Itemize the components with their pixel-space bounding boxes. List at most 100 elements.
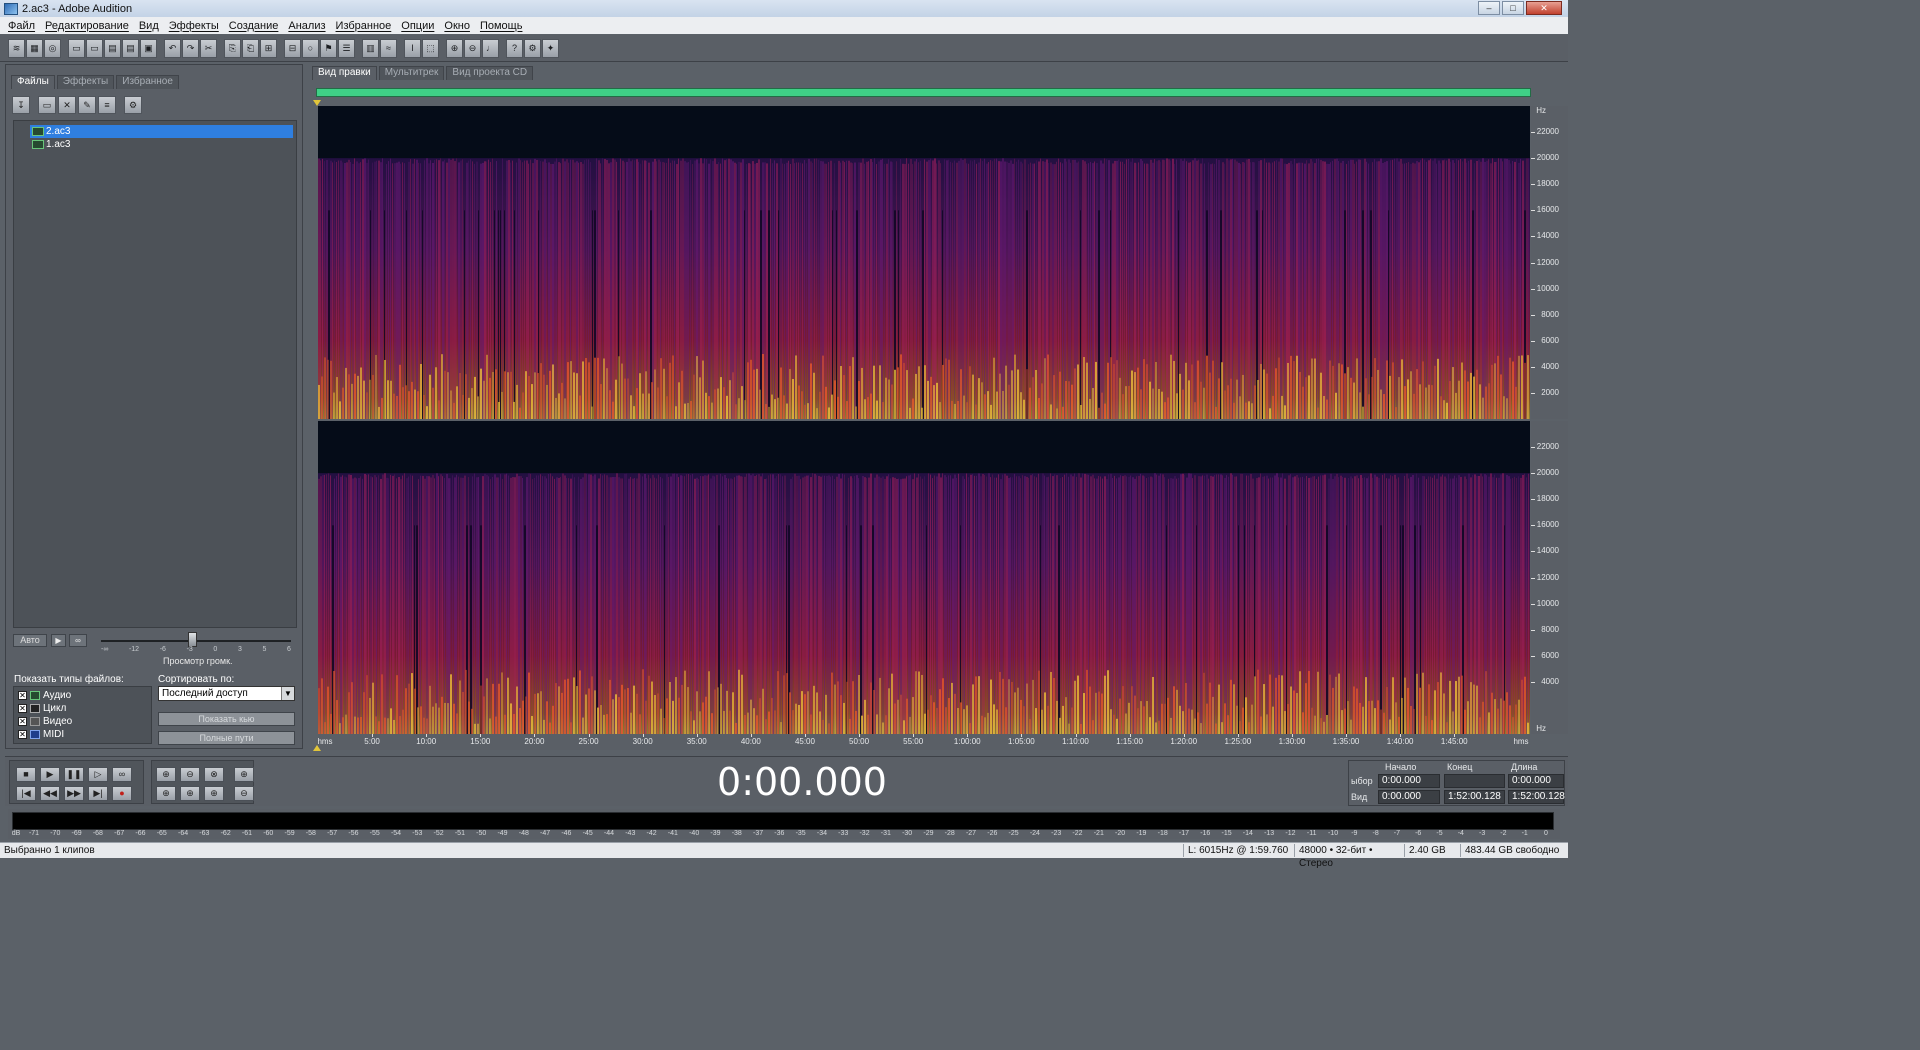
- zoom-to-selection-icon[interactable]: ⊕: [156, 786, 176, 801]
- spectrogram-right-channel[interactable]: [318, 421, 1530, 734]
- select-tool-icon[interactable]: I: [404, 38, 421, 58]
- marquee-tool-icon[interactable]: ⬚: [422, 38, 439, 58]
- file-type-video[interactable]: ✕ Видео: [18, 715, 147, 728]
- mark-icon[interactable]: ⚑: [320, 38, 337, 58]
- menu-window[interactable]: Окно: [444, 20, 470, 32]
- file-properties-icon[interactable]: ⚙: [124, 96, 142, 114]
- play-to-end-icon[interactable]: ▷: [88, 767, 108, 782]
- tab-files[interactable]: Файлы: [11, 75, 55, 89]
- checkbox[interactable]: ✕: [18, 730, 27, 739]
- zoom-left-icon[interactable]: ⊕: [180, 786, 200, 801]
- pause-icon[interactable]: ❚❚: [64, 767, 84, 782]
- edit-file-icon[interactable]: ✎: [78, 96, 96, 114]
- loop-play-icon[interactable]: ∞: [112, 767, 132, 782]
- tab-cd-project-view[interactable]: Вид проекта CD: [446, 66, 534, 80]
- spectral-view-icon[interactable]: ▥: [362, 38, 379, 58]
- silence-icon[interactable]: ○: [302, 38, 319, 58]
- sort-by-select[interactable]: Последний доступ ▼: [158, 686, 295, 701]
- cd-view-icon[interactable]: ◎: [44, 38, 61, 58]
- checkbox[interactable]: ✕: [18, 691, 27, 700]
- open-folder-icon[interactable]: ▭: [38, 96, 56, 114]
- marker-list-icon[interactable]: ☰: [338, 38, 355, 58]
- record-icon[interactable]: ●: [112, 786, 132, 801]
- close-file-icon[interactable]: ✕: [58, 96, 76, 114]
- tab-multitrack-view[interactable]: Мультитрек: [378, 66, 445, 80]
- maximize-button[interactable]: □: [1502, 1, 1524, 15]
- tab-favorites[interactable]: Избранное: [116, 75, 179, 89]
- zoom-out-icon[interactable]: ⊖: [464, 38, 481, 58]
- file-item[interactable]: 2.ac3: [30, 125, 293, 138]
- auto-play-button[interactable]: Авто: [13, 634, 47, 647]
- menu-effects[interactable]: Эффекты: [169, 20, 219, 32]
- waveform-view-icon[interactable]: ≈: [380, 38, 397, 58]
- spectral-line: [1514, 161, 1516, 419]
- minimize-button[interactable]: –: [1478, 1, 1500, 15]
- checkbox[interactable]: ✕: [18, 717, 27, 726]
- open-file-icon[interactable]: ▭: [86, 38, 103, 58]
- help-icon[interactable]: ?: [506, 38, 523, 58]
- zoom-out-vertical-icon[interactable]: ⊖: [234, 786, 254, 801]
- menu-help[interactable]: Помощь: [480, 20, 523, 32]
- menu-favorites[interactable]: Избранное: [336, 20, 392, 32]
- rewind-icon[interactable]: ◀◀: [40, 786, 60, 801]
- file-type-loop[interactable]: ✕ Цикл: [18, 702, 147, 715]
- mix-paste-icon[interactable]: ⊞: [260, 38, 277, 58]
- tab-effects[interactable]: Эффекты: [56, 75, 115, 89]
- multitrack-view-icon[interactable]: ▦: [26, 38, 43, 58]
- full-paths-button[interactable]: Полные пути: [158, 731, 295, 745]
- cut-icon[interactable]: ✂: [200, 38, 217, 58]
- file-type-audio[interactable]: ✕ Аудио: [18, 689, 147, 702]
- zoom-full-icon[interactable]: ⊗: [204, 767, 224, 782]
- import-file-icon[interactable]: ↧: [12, 96, 30, 114]
- trim-icon[interactable]: ⊟: [284, 38, 301, 58]
- zoom-in-icon[interactable]: ⊕: [446, 38, 463, 58]
- preview-play-button[interactable]: ▶: [51, 634, 66, 647]
- overview-bar[interactable]: [316, 88, 1531, 97]
- menu-options[interactable]: Опции: [401, 20, 434, 32]
- menu-edit[interactable]: Редактирование: [45, 20, 129, 32]
- view-length-field[interactable]: 1:52:00.128: [1508, 790, 1565, 804]
- tab-edit-view[interactable]: Вид правки: [312, 66, 377, 80]
- zoom-right-icon[interactable]: ⊕: [204, 786, 224, 801]
- selection-start-field[interactable]: 0:00.000: [1378, 774, 1440, 788]
- copy-icon[interactable]: ⎘: [224, 38, 241, 58]
- close-file-icon[interactable]: ▣: [140, 38, 157, 58]
- spectrogram-left-channel[interactable]: [318, 106, 1530, 419]
- zoom-in-vertical-icon[interactable]: ⊕: [234, 767, 254, 782]
- edit-view-icon[interactable]: ≋: [8, 38, 25, 58]
- menu-generate[interactable]: Создание: [229, 20, 279, 32]
- save-icon[interactable]: ▤: [104, 38, 121, 58]
- paste-icon[interactable]: ⎗: [242, 38, 259, 58]
- redo-icon[interactable]: ↷: [182, 38, 199, 58]
- settings-icon[interactable]: ⚙: [524, 38, 541, 58]
- menu-view[interactable]: Вид: [139, 20, 159, 32]
- menu-analyze[interactable]: Анализ: [288, 20, 325, 32]
- selection-length-field[interactable]: 0:00.000: [1508, 774, 1564, 788]
- effect-icon[interactable]: ✦: [542, 38, 559, 58]
- new-file-icon[interactable]: ▭: [68, 38, 85, 58]
- zoom-out-horizontal-icon[interactable]: ⊖: [180, 767, 200, 782]
- save-all-icon[interactable]: ▤: [122, 38, 139, 58]
- view-end-field[interactable]: 1:52:00.128: [1444, 790, 1505, 804]
- preview-loop-button[interactable]: ∞: [69, 634, 87, 647]
- fast-forward-icon[interactable]: ▶▶: [64, 786, 84, 801]
- insert-into-multitrack-icon[interactable]: ≡: [98, 96, 116, 114]
- end-marker-icon[interactable]: [313, 745, 321, 751]
- menu-file[interactable]: Файл: [8, 20, 35, 32]
- checkbox[interactable]: ✕: [18, 704, 27, 713]
- go-to-start-icon[interactable]: |◀: [16, 786, 36, 801]
- file-type-midi[interactable]: ✕ MIDI: [18, 728, 147, 741]
- selection-end-field[interactable]: [1444, 774, 1505, 788]
- volume-slider-thumb[interactable]: [188, 632, 197, 647]
- go-to-end-icon[interactable]: ▶|: [88, 786, 108, 801]
- undo-icon[interactable]: ↶: [164, 38, 181, 58]
- chevron-down-icon[interactable]: ▼: [281, 687, 294, 700]
- stop-icon[interactable]: ■: [16, 767, 36, 782]
- show-cue-button[interactable]: Показать кью: [158, 712, 295, 726]
- view-start-field[interactable]: 0:00.000: [1378, 790, 1440, 804]
- play-icon[interactable]: ▶: [40, 767, 60, 782]
- zoom-in-horizontal-icon[interactable]: ⊕: [156, 767, 176, 782]
- file-item[interactable]: 1.ac3: [14, 138, 296, 151]
- metronome-icon[interactable]: ♩: [482, 38, 499, 58]
- close-button[interactable]: ✕: [1526, 1, 1562, 15]
